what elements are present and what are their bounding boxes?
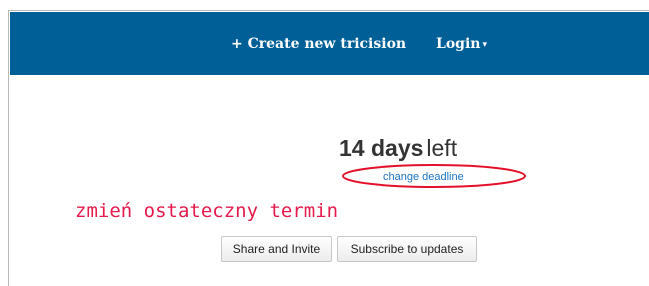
chevron-down-icon: ▾ — [482, 40, 487, 50]
days-left-heading: 14 days left — [339, 135, 457, 162]
top-navbar: + Create new tricision Login ▾ — [10, 12, 649, 75]
change-deadline-link[interactable]: change deadline — [383, 171, 464, 183]
create-tricision-link[interactable]: + Create new tricision — [231, 36, 406, 52]
annotation-text: zmień ostateczny termin — [75, 200, 339, 222]
days-left-suffix: left — [426, 135, 458, 161]
share-and-invite-button[interactable]: Share and Invite — [221, 236, 332, 262]
login-dropdown[interactable]: Login ▾ — [436, 36, 487, 52]
days-count: 14 days — [339, 135, 424, 161]
login-label: Login — [436, 36, 481, 52]
subscribe-button[interactable]: Subscribe to updates — [337, 236, 477, 262]
